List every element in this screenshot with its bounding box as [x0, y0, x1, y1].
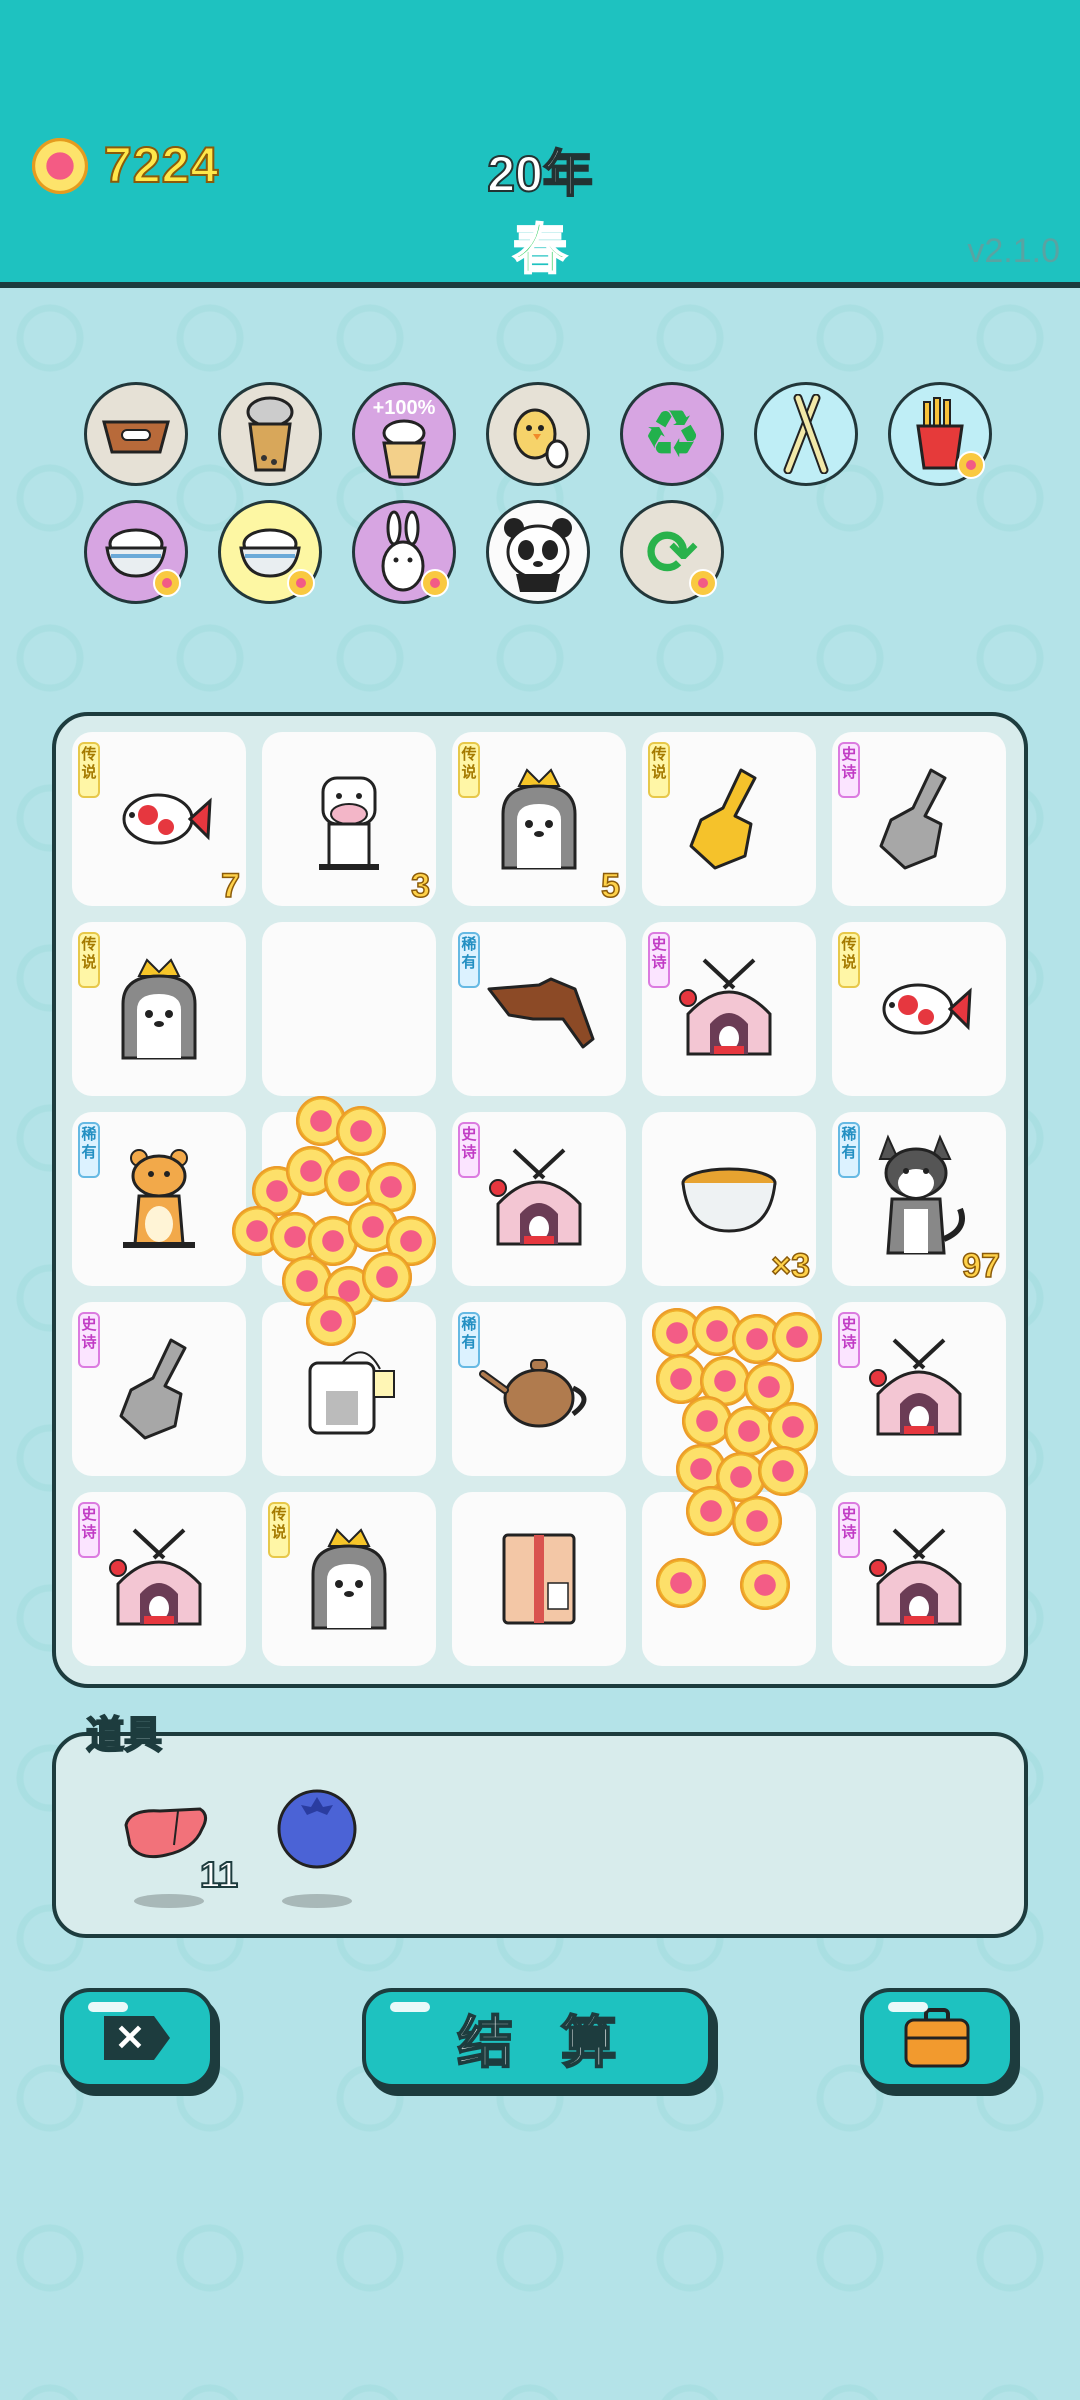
rarity-tag: 传说 — [648, 742, 670, 798]
board-cell[interactable]: 史诗 — [452, 1112, 626, 1286]
rarity-tag: 传说 — [78, 742, 100, 798]
tools-panel: 11 — [52, 1732, 1028, 1938]
panda-icon[interactable] — [486, 500, 590, 604]
board-cell[interactable]: ×3 — [642, 1112, 816, 1286]
board-cell[interactable]: 传说 — [642, 732, 816, 906]
board-cell[interactable]: 3 — [262, 732, 436, 906]
rarity-tag: 史诗 — [78, 1312, 100, 1368]
fries-icon[interactable] — [888, 382, 992, 486]
refresh-icon[interactable]: ⟳ — [620, 500, 724, 604]
board-cell[interactable]: 史诗 — [72, 1492, 246, 1666]
rarity-tag: 史诗 — [458, 1122, 480, 1178]
cell-count: 97 — [961, 1246, 1000, 1286]
board-cell[interactable]: 史诗 — [832, 732, 1006, 906]
year-label: 20年 — [486, 145, 594, 203]
game-board: 传说 7 3 传说 5 传说 史诗 传说 稀有 史诗 传说 稀有 史诗 ×3 稀… — [52, 712, 1028, 1688]
rarity-tag: 史诗 — [838, 1502, 860, 1558]
heart-coin-badge — [153, 569, 181, 597]
settle-label: 结 算 — [456, 2010, 633, 2075]
rarity-tag: 稀有 — [838, 1122, 860, 1178]
board-cell[interactable]: 史诗 — [832, 1492, 1006, 1666]
board-cell[interactable]: 稀有 — [72, 1112, 246, 1286]
cell-count: 5 — [600, 866, 620, 906]
exit-button[interactable]: ✕ — [60, 1988, 214, 2088]
boba-tea-icon[interactable] — [218, 382, 322, 486]
cow-icon — [262, 732, 436, 906]
tool-count: 11 — [199, 1853, 239, 1896]
rarity-tag: 稀有 — [458, 932, 480, 988]
board-cell[interactable]: 史诗 — [642, 922, 816, 1096]
boba-tea-boost-icon[interactable]: +100% — [352, 382, 456, 486]
board-cell[interactable]: 传说 — [262, 1492, 436, 1666]
board-cell[interactable] — [452, 1492, 626, 1666]
board-cell[interactable]: 史诗 — [832, 1302, 1006, 1476]
header-divider — [0, 282, 1080, 288]
board-cell-empty[interactable] — [262, 922, 436, 1096]
rice-bowl-icon[interactable] — [84, 500, 188, 604]
chick-egg-icon[interactable] — [486, 382, 590, 486]
board-cell[interactable]: 史诗 — [72, 1302, 246, 1476]
rarity-tag: 传说 — [268, 1502, 290, 1558]
version-label: v2.1.0 — [967, 232, 1060, 270]
cell-count: 7 — [220, 866, 240, 906]
cell-count: ×3 — [770, 1246, 810, 1286]
heart-coin-badge — [287, 569, 315, 597]
rarity-tag: 稀有 — [458, 1312, 480, 1368]
parcel-box-icon — [452, 1492, 626, 1666]
boost-label: +100% — [372, 397, 436, 419]
heart-coin-badge — [421, 569, 449, 597]
rarity-tag: 史诗 — [78, 1502, 100, 1558]
board-cell[interactable]: 稀有 — [452, 922, 626, 1096]
tool-shadow — [282, 1894, 352, 1908]
bag-button[interactable] — [860, 1988, 1014, 2088]
heart-coin-badge — [689, 569, 717, 597]
top-bar: 7224 20年 春 v2.1.0 — [0, 0, 1080, 282]
board-cell[interactable]: 传说 — [832, 922, 1006, 1096]
tool-shadow — [134, 1894, 204, 1908]
rarity-tag: 史诗 — [838, 742, 860, 798]
blueberry-icon[interactable] — [272, 1784, 362, 1874]
rarity-tag: 史诗 — [648, 932, 670, 988]
settle-button[interactable]: 结 算 — [362, 1988, 712, 2088]
bunny-icon[interactable] — [352, 500, 456, 604]
tools-title: 道具 — [85, 1714, 163, 1758]
board-cell[interactable]: 稀有 — [452, 1302, 626, 1476]
rarity-tag: 史诗 — [838, 1312, 860, 1368]
cell-count: 3 — [410, 866, 430, 906]
heart-coin-badge — [957, 451, 985, 479]
rarity-tag: 传说 — [838, 932, 860, 988]
recycle-icon[interactable]: ♻ — [620, 382, 724, 486]
rarity-tag: 传说 — [458, 742, 480, 798]
svg-text:✕: ✕ — [115, 2017, 145, 2058]
rarity-tag: 稀有 — [78, 1122, 100, 1178]
board-cell[interactable]: 传说 5 — [452, 732, 626, 906]
board-cell[interactable]: 稀有 97 — [832, 1112, 1006, 1286]
board-cell[interactable]: 传说 7 — [72, 732, 246, 906]
liver-icon[interactable] — [120, 1790, 210, 1880]
pet-food-bowl-icon[interactable] — [84, 382, 188, 486]
season-label: 春 — [512, 219, 568, 281]
briefcase-icon — [904, 2008, 970, 2068]
rarity-tag: 传说 — [78, 932, 100, 988]
chopsticks-icon[interactable] — [754, 382, 858, 486]
board-cell[interactable]: 传说 — [72, 922, 246, 1096]
close-icon: ✕ — [104, 2016, 170, 2060]
rice-bowl-gold-icon[interactable] — [218, 500, 322, 604]
